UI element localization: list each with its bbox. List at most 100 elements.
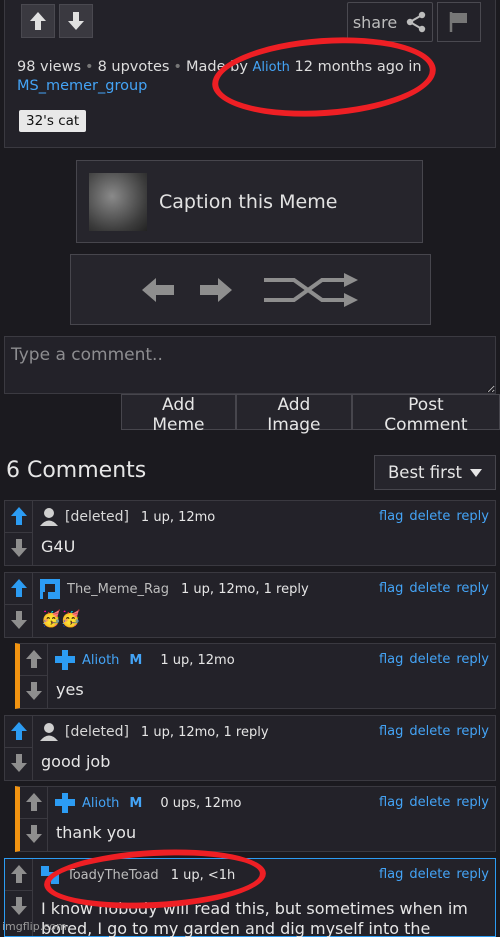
comment-text: 🥳🥳 bbox=[41, 609, 81, 628]
comment-meta: 1 up, 12mo bbox=[140, 509, 216, 525]
watermark: imgflip.com bbox=[2, 920, 67, 933]
arrow-down-icon bbox=[10, 897, 27, 915]
comment-username[interactable]: The_Meme_Rag bbox=[67, 582, 169, 597]
delete-link[interactable]: delete bbox=[409, 509, 450, 524]
add-image-button[interactable]: Add Image bbox=[235, 394, 352, 435]
user-avatar-icon bbox=[41, 866, 59, 884]
next-arrow-icon[interactable] bbox=[198, 276, 234, 304]
share-button[interactable]: share bbox=[347, 2, 433, 42]
arrow-down-icon bbox=[68, 12, 84, 30]
comment-meta: 1 up, 12mo, 1 reply bbox=[181, 581, 309, 597]
flag-link[interactable]: flag bbox=[379, 724, 403, 739]
comment-upvote-button[interactable] bbox=[22, 789, 45, 815]
arrow-up-icon bbox=[25, 650, 42, 668]
reply-item: Alioth M 0 ups, 12mo flag delete reply t… bbox=[15, 786, 496, 852]
flag-link[interactable]: flag bbox=[379, 581, 403, 596]
comment-actions: flag delete reply bbox=[379, 509, 489, 524]
comment-text: yes bbox=[56, 680, 84, 699]
flag-link[interactable]: flag bbox=[379, 509, 403, 524]
post-comment-button[interactable]: Post Comment bbox=[351, 394, 500, 435]
reply-link[interactable]: reply bbox=[456, 581, 489, 596]
post-tag[interactable]: 32's cat bbox=[19, 110, 87, 132]
time-ago: 12 months ago in bbox=[294, 59, 422, 75]
arrow-down-icon bbox=[10, 539, 27, 557]
caption-label: Caption this Meme bbox=[159, 190, 338, 213]
comment-upvote-button[interactable] bbox=[22, 646, 45, 672]
user-avatar-icon bbox=[40, 579, 60, 599]
add-meme-button[interactable]: Add Meme bbox=[121, 394, 236, 435]
arrow-up-icon bbox=[30, 12, 46, 30]
comment-upvote-button[interactable] bbox=[7, 503, 30, 529]
comment-meta: 0 ups, 12mo bbox=[160, 795, 242, 811]
author-link[interactable]: Alioth bbox=[253, 60, 290, 75]
comment-text: G4U bbox=[41, 537, 76, 556]
comment-upvote-button[interactable] bbox=[7, 575, 30, 601]
comments-count-heading: 6 Comments bbox=[6, 458, 147, 483]
comment-actions: flag delete reply bbox=[379, 867, 489, 882]
comment-username[interactable]: ToadyTheToad bbox=[67, 868, 159, 883]
puzzle-avatar-icon bbox=[55, 650, 75, 670]
comment-header: Alioth M 0 ups, 12mo bbox=[54, 791, 241, 815]
moderator-badge: M bbox=[129, 795, 143, 811]
comment-item: ToadyTheToad 1 up, <1h flag delete reply… bbox=[4, 858, 496, 937]
arrow-up-icon bbox=[25, 793, 42, 811]
arrow-up-icon bbox=[10, 865, 27, 883]
upvote-count: 8 upvotes bbox=[97, 59, 170, 75]
vote-column bbox=[5, 573, 33, 637]
comment-downvote-button[interactable] bbox=[7, 607, 30, 633]
delete-link[interactable]: delete bbox=[409, 795, 450, 810]
reply-link[interactable]: reply bbox=[456, 509, 489, 524]
comment-header: Alioth M 1 up, 12mo bbox=[54, 648, 235, 672]
meme-navigation bbox=[70, 254, 431, 325]
sort-label: Best first bbox=[387, 463, 463, 482]
reply-link[interactable]: reply bbox=[456, 652, 489, 667]
comment-header: [deleted] 1 up, 12mo, 1 reply bbox=[39, 720, 269, 744]
arrow-down-icon bbox=[25, 825, 42, 843]
comment-upvote-button[interactable] bbox=[7, 861, 30, 887]
delete-link[interactable]: delete bbox=[409, 724, 450, 739]
comment-meta: 1 up, 12mo bbox=[160, 652, 235, 668]
comment-downvote-button[interactable] bbox=[7, 893, 30, 919]
made-by-label: Made by bbox=[185, 59, 248, 75]
flag-icon bbox=[449, 12, 467, 32]
comment-downvote-button[interactable] bbox=[22, 821, 45, 847]
comment-upvote-button[interactable] bbox=[7, 718, 30, 744]
post-info-panel: share 98 views • 8 upvotes • Made by Alioth … bbox=[4, 0, 496, 148]
default-avatar-icon bbox=[40, 723, 58, 741]
reply-link[interactable]: reply bbox=[456, 867, 489, 882]
meme-thumbnail bbox=[89, 172, 147, 231]
shuffle-icon[interactable] bbox=[262, 272, 362, 308]
flag-link[interactable]: flag bbox=[379, 867, 403, 882]
comment-username[interactable]: Alioth bbox=[82, 796, 119, 811]
report-flag-button[interactable] bbox=[437, 2, 481, 42]
reply-item: Alioth M 1 up, 12mo flag delete reply ye… bbox=[15, 643, 496, 709]
comment-actions: flag delete reply bbox=[379, 795, 489, 810]
comment-downvote-button[interactable] bbox=[7, 750, 30, 776]
comment-meta: 1 up, 12mo, 1 reply bbox=[140, 724, 269, 740]
comment-downvote-button[interactable] bbox=[22, 678, 45, 704]
comment-actions: flag delete reply bbox=[379, 581, 489, 596]
caption-this-meme-button[interactable]: Caption this Meme bbox=[76, 160, 423, 243]
delete-link[interactable]: delete bbox=[409, 652, 450, 667]
group-link[interactable]: MS_memer_group bbox=[17, 78, 147, 94]
chevron-down-icon bbox=[470, 468, 483, 477]
previous-arrow-icon[interactable] bbox=[140, 276, 176, 304]
comment-header: [deleted] 1 up, 12mo bbox=[39, 505, 215, 529]
comment-downvote-button[interactable] bbox=[7, 535, 30, 561]
flag-link[interactable]: flag bbox=[379, 795, 403, 810]
reply-link[interactable]: reply bbox=[456, 795, 489, 810]
flag-link[interactable]: flag bbox=[379, 652, 403, 667]
comment-input[interactable] bbox=[4, 336, 496, 394]
sort-select[interactable]: Best first bbox=[374, 455, 496, 490]
arrow-down-icon bbox=[10, 754, 27, 772]
comment-text: I know nobody will read this, but someti… bbox=[41, 899, 468, 937]
delete-link[interactable]: delete bbox=[409, 867, 450, 882]
upvote-button[interactable] bbox=[21, 4, 55, 38]
vote-column bbox=[5, 501, 33, 565]
comment-username[interactable]: Alioth bbox=[82, 653, 119, 668]
reply-link[interactable]: reply bbox=[456, 724, 489, 739]
comment-text: thank you bbox=[56, 823, 137, 842]
delete-link[interactable]: delete bbox=[409, 581, 450, 596]
vote-column bbox=[20, 644, 48, 708]
downvote-button[interactable] bbox=[59, 4, 93, 38]
